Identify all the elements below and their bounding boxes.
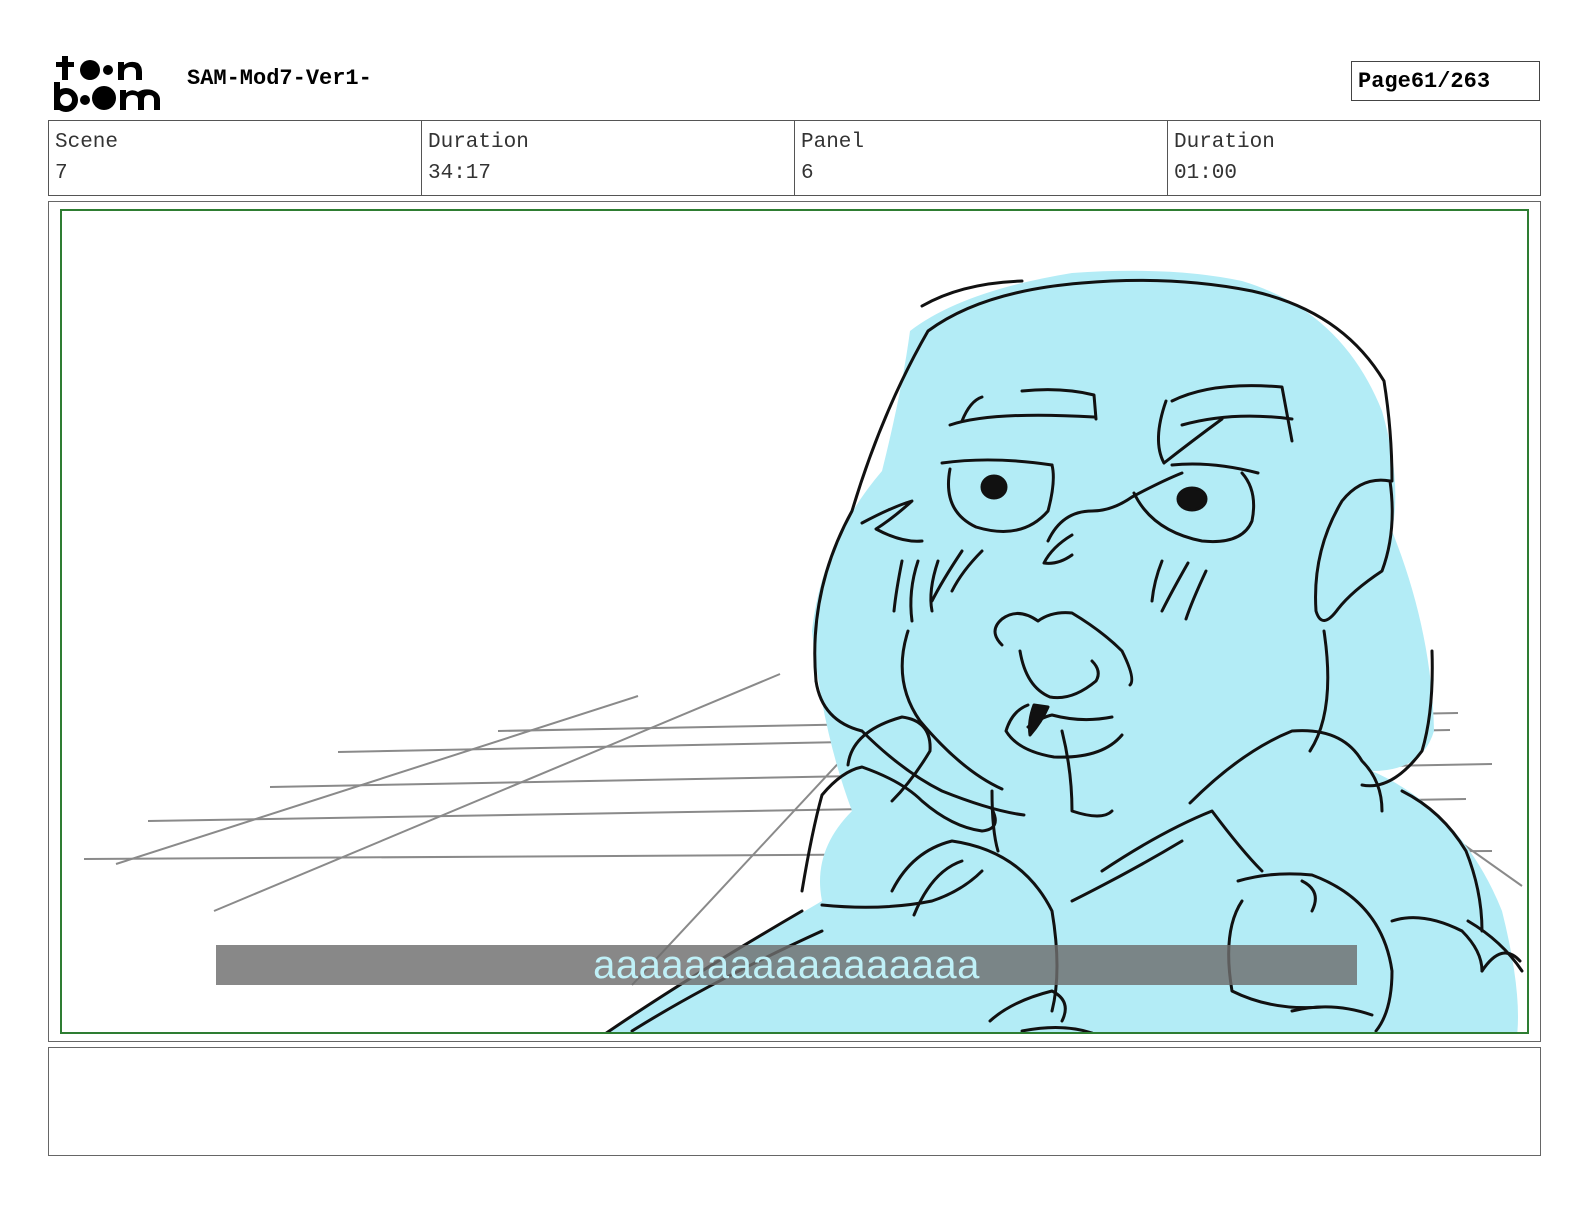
scene-duration-cell: Duration 34:17 <box>422 121 795 195</box>
storyboard-sketch <box>83 270 1524 1032</box>
subtitle-text: aaaaaaaaaaaaaaaaa <box>593 943 980 987</box>
scene-cell: Scene 7 <box>49 121 422 195</box>
toon-boom-logo <box>52 52 164 112</box>
panel-notes-box[interactable] <box>48 1047 1541 1156</box>
panel-duration-value: 01:00 <box>1174 162 1238 185</box>
scene-info-table: Scene 7 Duration 34:17 Panel 6 Duration … <box>48 120 1541 196</box>
panel-duration-label: Duration <box>1174 131 1275 154</box>
storyboard-panel[interactable]: aaaaaaaaaaaaaaaaa <box>60 209 1529 1034</box>
panel-value: 6 <box>801 162 814 185</box>
logo-mark <box>54 56 160 112</box>
scene-duration-value: 34:17 <box>428 162 492 185</box>
page-number: 61/263 <box>1410 68 1491 94</box>
scene-label: Scene <box>55 131 119 154</box>
panel-duration-cell: Duration 01:00 <box>1168 121 1540 195</box>
panel-label: Panel <box>801 131 865 154</box>
page-label: Page <box>1358 68 1411 94</box>
character-color-fill <box>608 270 1518 1032</box>
scene-duration-label: Duration <box>428 131 529 154</box>
page-indicator: Page 61/263 <box>1351 61 1540 101</box>
scene-value: 7 <box>55 162 68 185</box>
panel-cell: Panel 6 <box>795 121 1168 195</box>
subtitle-bar: aaaaaaaaaaaaaaaaa <box>216 945 1357 985</box>
project-title: SAM-Mod7-Ver1- <box>187 66 372 91</box>
